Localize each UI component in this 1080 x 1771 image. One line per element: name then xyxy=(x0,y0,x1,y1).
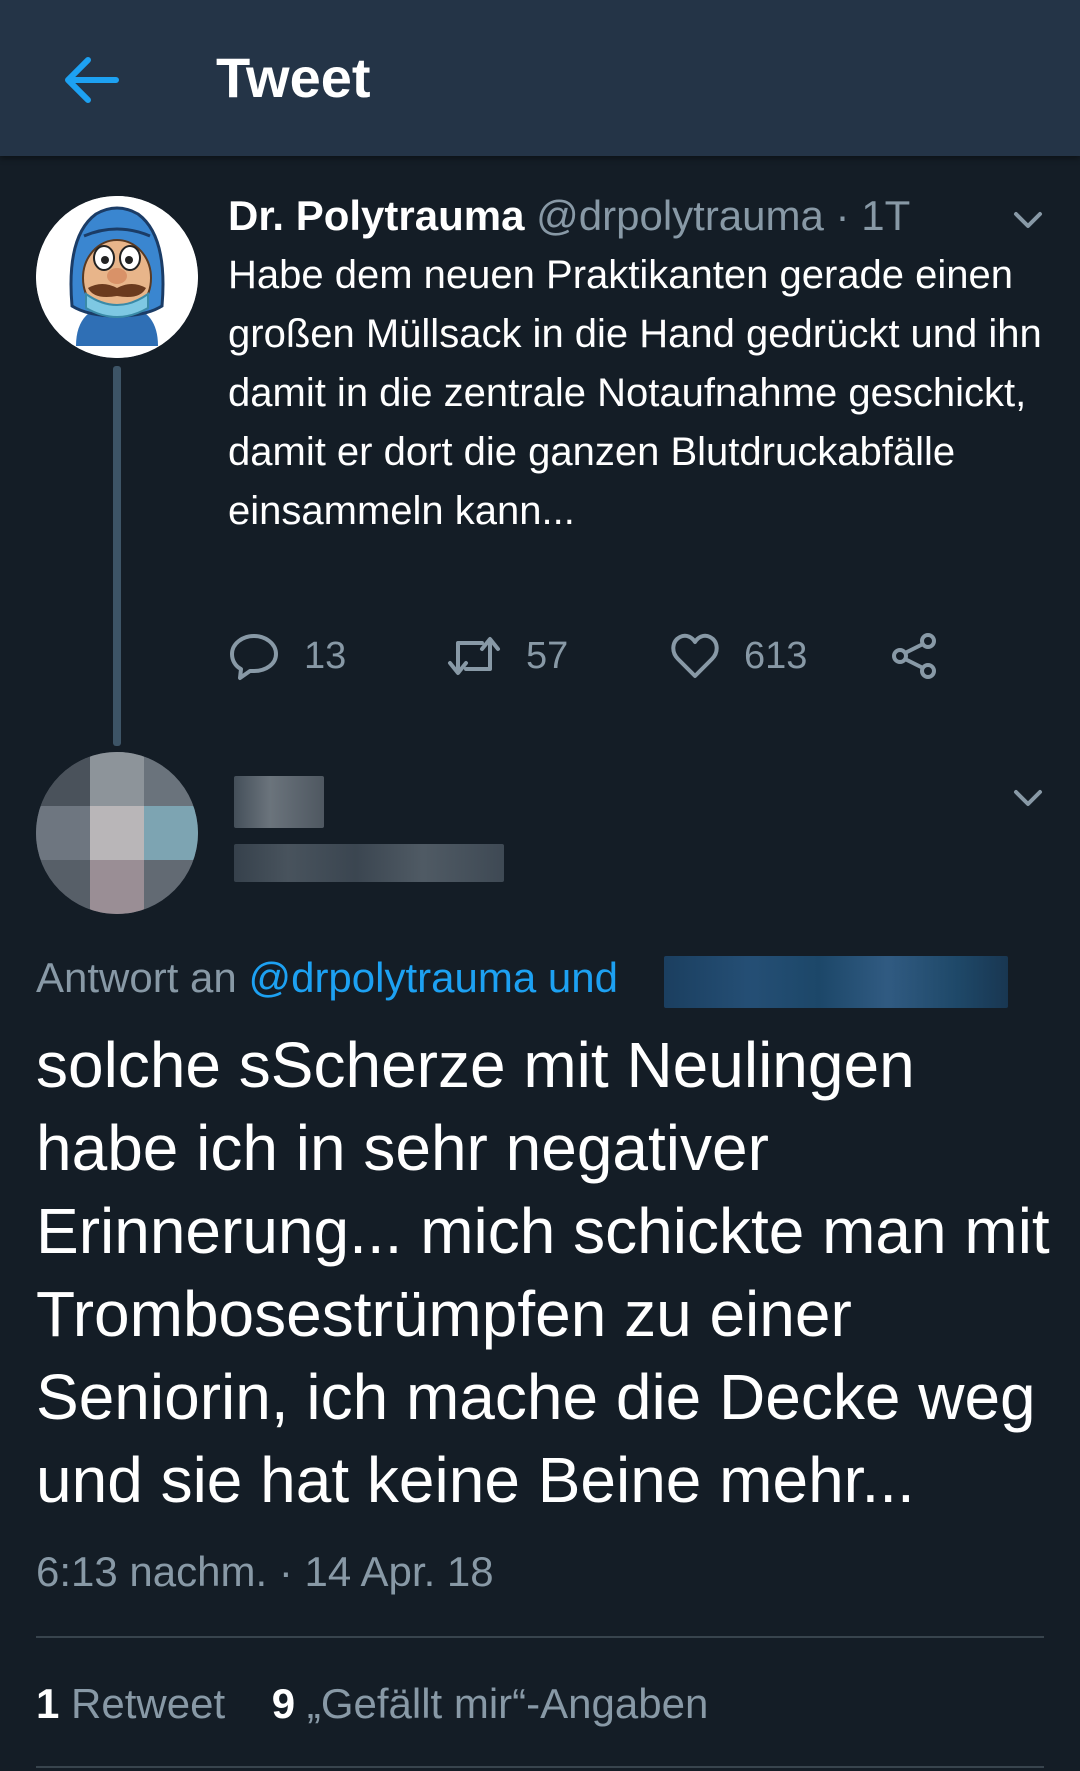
stats-row: 1 Retweet 9 „Gefällt mir“-Angaben xyxy=(36,1676,708,1732)
tweet-header: Dr. Polytrauma @drpolytrauma · 1T xyxy=(228,190,910,242)
like-button[interactable]: 613 xyxy=(670,626,807,686)
retweet-stat-label: Retweet xyxy=(71,1680,226,1727)
arrow-left-icon xyxy=(65,57,119,103)
retweet-icon xyxy=(448,637,500,675)
cartoon-avatar-icon xyxy=(36,196,198,358)
author-name[interactable]: Dr. Polytrauma xyxy=(228,192,524,239)
top-bar: Tweet xyxy=(0,0,1080,156)
retweet-count: 57 xyxy=(526,634,569,677)
avatar[interactable] xyxy=(36,752,198,914)
reply-icon xyxy=(230,634,278,680)
like-count: 613 xyxy=(744,634,808,677)
tweet-age: 1T xyxy=(861,192,911,239)
reply-to-line: Antwort an @drpolytrauma und xyxy=(36,950,618,1006)
redacted-mention xyxy=(664,956,1008,1008)
reply-to-label: Antwort an xyxy=(36,954,237,1001)
tweet-text: Habe dem neuen Praktikanten gerade einen… xyxy=(228,253,1042,533)
retweet-stat[interactable]: 1 Retweet xyxy=(36,1680,237,1727)
heart-icon xyxy=(671,633,719,678)
share-button[interactable] xyxy=(890,626,962,686)
retweet-stat-count: 1 xyxy=(36,1680,60,1727)
page-title: Tweet xyxy=(216,46,371,109)
reply-text: solche sScherze mit Neulingen habe ich i… xyxy=(36,1029,1050,1516)
timestamp: 6:13 nachm. · 14 Apr. 18 xyxy=(36,1548,494,1595)
divider xyxy=(36,1636,1044,1638)
reply-to-mention[interactable]: @drpolytrauma und xyxy=(248,954,618,1001)
like-stat-label: „Gefällt mir“-Angaben xyxy=(306,1680,709,1727)
reply-count: 13 xyxy=(304,634,347,677)
redacted-user-name xyxy=(234,776,324,828)
avatar[interactable] xyxy=(36,196,198,358)
chevron-down-icon[interactable] xyxy=(1008,778,1048,818)
chevron-down-icon[interactable] xyxy=(1008,200,1048,240)
like-stat[interactable]: 9 „Gefällt mir“-Angaben xyxy=(272,1680,709,1727)
like-stat-count: 9 xyxy=(271,1680,296,1727)
redacted-user-handle xyxy=(234,844,504,882)
share-icon xyxy=(892,633,936,679)
reply-button[interactable]: 13 xyxy=(228,626,346,686)
separator: · xyxy=(835,192,850,239)
back-button[interactable] xyxy=(54,44,126,116)
retweet-button[interactable]: 57 xyxy=(446,626,568,686)
divider xyxy=(36,1766,1044,1768)
thread-line xyxy=(113,366,121,746)
author-handle[interactable]: @drpolytrauma xyxy=(536,192,824,239)
